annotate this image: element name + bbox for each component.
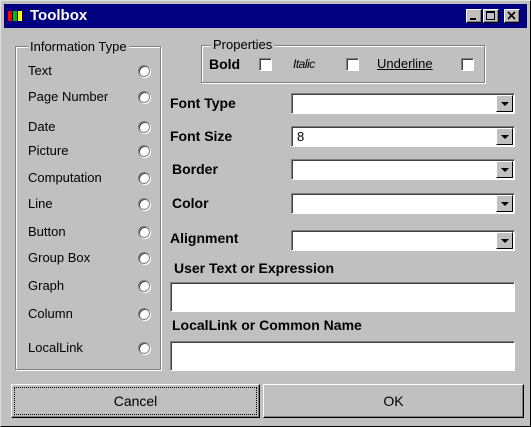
radio-button[interactable] <box>138 226 150 238</box>
radio-label-text: Text <box>28 63 52 78</box>
radio-label-page-number: Page Number <box>28 89 109 104</box>
cancel-button-label: Cancel <box>113 393 158 409</box>
radio-picture[interactable] <box>138 145 150 157</box>
user-text-label: User Text or Expression <box>174 260 335 276</box>
italic-label: Italic <box>293 57 315 71</box>
minimize-button[interactable] <box>466 9 482 23</box>
radio-label-picture: Picture <box>28 143 69 158</box>
font-type-dropdown[interactable] <box>291 93 515 114</box>
information-type-legend: Information Type <box>28 39 129 54</box>
italic-checkbox[interactable] <box>346 58 359 71</box>
radio-label-date: Date <box>28 119 56 134</box>
radio-graph[interactable] <box>138 280 150 292</box>
bold-checkbox[interactable] <box>259 58 272 71</box>
ok-button[interactable]: OK <box>263 384 524 418</box>
cancel-button[interactable]: Cancel <box>11 384 260 418</box>
chevron-down-icon[interactable] <box>496 95 513 112</box>
underline-checkbox[interactable] <box>461 58 474 71</box>
font-size-value: 8 <box>297 129 305 144</box>
radio-label-column: Column <box>28 306 73 321</box>
user-text-input[interactable] <box>170 282 515 312</box>
color-label: Color <box>172 195 209 211</box>
radio-line[interactable] <box>138 198 150 210</box>
radio-label-graph: Graph <box>28 278 65 293</box>
maximize-icon <box>486 11 495 20</box>
radio-label-button: Button <box>28 224 66 239</box>
radio-date[interactable] <box>138 121 150 133</box>
radio-page-number[interactable] <box>138 91 150 103</box>
properties-legend: Properties <box>211 37 275 52</box>
window-title: Toolbox <box>30 7 88 24</box>
chevron-down-icon[interactable] <box>496 232 513 249</box>
border-label: Border <box>172 161 218 177</box>
close-button[interactable] <box>504 9 520 23</box>
border-dropdown[interactable] <box>291 159 515 180</box>
locallink-input[interactable] <box>170 341 515 371</box>
toolbox-window: Toolbox Information Type Text Page Numbe… <box>0 0 531 427</box>
chevron-down-icon[interactable] <box>496 195 513 212</box>
minimize-icon <box>470 18 476 20</box>
font-size-label: Font Size <box>170 128 233 144</box>
underline-label: Underline <box>377 56 433 71</box>
bold-label: Bold <box>209 56 241 72</box>
radio-label-locallink: LocalLink <box>28 340 83 355</box>
radio-label-line: Line <box>28 196 53 211</box>
app-icon <box>8 11 22 21</box>
alignment-dropdown[interactable] <box>291 230 515 251</box>
radio-column[interactable] <box>138 308 150 320</box>
color-dropdown[interactable] <box>291 193 515 214</box>
ok-button-label: OK <box>383 393 404 409</box>
font-type-label: Font Type <box>170 95 236 111</box>
radio-label-computation: Computation <box>28 170 102 185</box>
radio-group-box[interactable] <box>138 252 150 264</box>
maximize-button[interactable] <box>483 9 499 23</box>
close-icon <box>507 11 516 20</box>
chevron-down-icon[interactable] <box>496 128 513 145</box>
title-bar[interactable]: Toolbox <box>4 4 527 28</box>
chevron-down-icon[interactable] <box>496 161 513 178</box>
font-size-dropdown[interactable]: 8 <box>291 126 515 147</box>
radio-locallink[interactable] <box>138 342 150 354</box>
radio-computation[interactable] <box>138 172 150 184</box>
radio-text[interactable] <box>138 65 150 77</box>
radio-label-group-box: Group Box <box>28 250 91 265</box>
alignment-label: Alignment <box>170 230 239 246</box>
locallink-label: LocalLink or Common Name <box>172 317 362 333</box>
